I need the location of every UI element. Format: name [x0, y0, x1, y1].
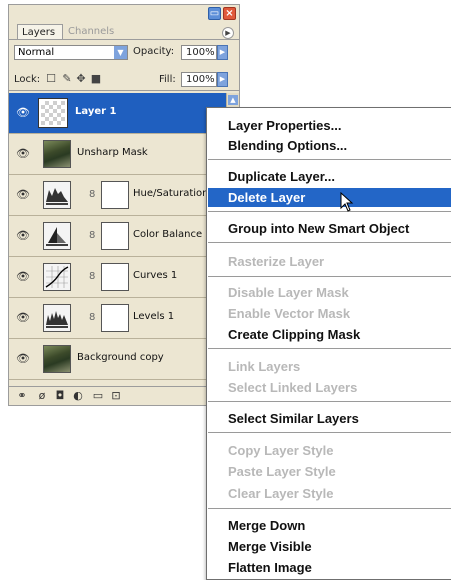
- blend-mode-select[interactable]: Normal ▼: [14, 45, 128, 60]
- menu-item-merge-down[interactable]: Merge Down: [208, 516, 451, 535]
- layer-thumbnail-photo: [43, 345, 71, 373]
- minimize-icon[interactable]: ▭: [208, 7, 221, 20]
- layers-list: 👁 Layer 1 👁 Unsharp Mask 👁 8 Hue/Saturat…: [9, 93, 239, 381]
- lock-row: Lock: ☐ ✎ ✥ ■ Fill: 100% ▶: [9, 70, 239, 91]
- fill-label: Fill:: [159, 74, 176, 85]
- layer-row-curves[interactable]: 👁 8 Curves 1: [9, 257, 229, 298]
- mask-link-chain-icon[interactable]: 8: [89, 189, 95, 200]
- visibility-eye-icon[interactable]: 👁: [14, 351, 32, 367]
- layer-name: Levels 1: [133, 311, 175, 322]
- layer-thumbnail-transparent: [38, 98, 68, 128]
- link-layers-icon[interactable]: ⚭: [15, 389, 29, 403]
- menu-item-blending-options[interactable]: Blending Options...: [208, 136, 451, 155]
- menu-item-delete-layer[interactable]: Delete Layer: [208, 188, 451, 207]
- menu-separator: [208, 211, 451, 212]
- menu-separator: [208, 242, 451, 243]
- layer-name: Unsharp Mask: [77, 147, 148, 158]
- lock-label: Lock:: [14, 74, 41, 85]
- fill-field[interactable]: 100%: [181, 72, 217, 87]
- layer-row-levels[interactable]: 👁 8 Levels 1: [9, 298, 229, 339]
- blend-mode-value: Normal: [18, 47, 55, 58]
- curves-adjustment-icon: [43, 263, 71, 291]
- layer-name: Color Balance 1: [133, 229, 212, 240]
- layer-name: Curves 1: [133, 270, 178, 281]
- visibility-eye-icon[interactable]: 👁: [14, 187, 32, 203]
- panel-bottom-toolbar: ⚭ ø ◘ ◐ ▭ ⊡: [9, 386, 239, 405]
- new-adjustment-layer-icon[interactable]: ◐: [71, 389, 85, 403]
- menu-separator: [208, 432, 451, 433]
- tab-channels[interactable]: Channels: [64, 24, 128, 39]
- new-group-folder-icon[interactable]: ▭: [91, 389, 105, 403]
- menu-separator: [208, 159, 451, 160]
- layer-row-layer-1[interactable]: 👁 Layer 1: [9, 93, 229, 134]
- color-balance-adjustment-icon: [43, 222, 71, 250]
- layer-row-background-copy[interactable]: 👁 Background copy: [9, 339, 229, 380]
- layer-name: Background copy: [77, 352, 164, 363]
- menu-item-create-clipping-mask[interactable]: Create Clipping Mask: [208, 325, 451, 344]
- levels-adjustment-icon: [43, 304, 71, 332]
- lock-image-brush-icon[interactable]: ✎: [61, 73, 73, 85]
- lock-position-move-icon[interactable]: ✥: [75, 73, 87, 85]
- layer-mask-thumbnail[interactable]: [101, 222, 129, 250]
- menu-item-disable-layer-mask: Disable Layer Mask: [228, 285, 349, 300]
- lock-all-padlock-icon[interactable]: ■: [90, 73, 102, 85]
- lock-transparent-icon[interactable]: ☐: [45, 73, 57, 85]
- menu-item-paste-layer-style: Paste Layer Style: [228, 464, 336, 479]
- scroll-up-arrow-icon[interactable]: ▲: [228, 95, 238, 105]
- layer-style-icon[interactable]: ø: [35, 389, 49, 403]
- menu-item-flatten-image[interactable]: Flatten Image: [208, 558, 451, 577]
- mouse-pointer-icon: [340, 192, 354, 212]
- levels-adjustment-icon: [43, 181, 71, 209]
- layer-row-unsharp-mask[interactable]: 👁 Unsharp Mask: [9, 134, 229, 175]
- menu-item-layer-properties[interactable]: Layer Properties...: [208, 116, 451, 135]
- mask-link-chain-icon[interactable]: 8: [89, 312, 95, 323]
- layer-row-color-balance[interactable]: 👁 8 Color Balance 1: [9, 216, 229, 257]
- visibility-eye-icon[interactable]: 👁: [14, 269, 32, 285]
- menu-separator: [208, 508, 451, 509]
- visibility-eye-icon[interactable]: 👁: [14, 105, 32, 121]
- menu-item-link-layers: Link Layers: [228, 359, 301, 374]
- menu-item-merge-visible[interactable]: Merge Visible: [208, 537, 451, 556]
- menu-item-duplicate-layer[interactable]: Duplicate Layer...: [208, 167, 451, 186]
- menu-item-group-smart-object[interactable]: Group into New Smart Object: [208, 219, 451, 238]
- layer-context-menu: Layer Properties... Blending Options... …: [206, 107, 451, 580]
- layer-mask-thumbnail[interactable]: [101, 181, 129, 209]
- panel-titlebar: ▭ ×: [9, 5, 239, 22]
- opacity-label: Opacity:: [133, 46, 175, 57]
- menu-item-select-linked-layers: Select Linked Layers: [228, 380, 358, 395]
- mask-link-chain-icon[interactable]: 8: [89, 230, 95, 241]
- menu-separator: [208, 401, 451, 402]
- fill-slider-arrow-icon[interactable]: ▶: [217, 72, 228, 87]
- chevron-down-icon[interactable]: ▼: [114, 46, 127, 59]
- menu-item-select-similar-layers[interactable]: Select Similar Layers: [208, 409, 451, 428]
- menu-separator: [208, 276, 451, 277]
- close-icon[interactable]: ×: [223, 7, 236, 20]
- menu-item-rasterize-layer: Rasterize Layer: [228, 254, 325, 269]
- menu-item-clear-layer-style: Clear Layer Style: [228, 486, 334, 501]
- layer-name: Layer 1: [75, 106, 117, 117]
- visibility-eye-icon[interactable]: 👁: [14, 310, 32, 326]
- tab-layers[interactable]: Layers: [17, 24, 63, 39]
- menu-item-copy-layer-style: Copy Layer Style: [228, 443, 334, 458]
- add-mask-icon[interactable]: ◘: [53, 389, 67, 403]
- menu-separator: [208, 348, 451, 349]
- panel-menu-icon[interactable]: ▶: [222, 27, 234, 39]
- opacity-field[interactable]: 100%: [181, 45, 217, 60]
- layer-row-hue-saturation[interactable]: 👁 8 Hue/Saturation 1: [9, 175, 229, 216]
- opacity-slider-arrow-icon[interactable]: ▶: [217, 45, 228, 60]
- menu-item-enable-vector-mask: Enable Vector Mask: [228, 306, 351, 321]
- layer-mask-thumbnail[interactable]: [101, 304, 129, 332]
- layer-mask-thumbnail[interactable]: [101, 263, 129, 291]
- visibility-eye-icon[interactable]: 👁: [14, 228, 32, 244]
- mask-link-chain-icon[interactable]: 8: [89, 271, 95, 282]
- new-layer-icon[interactable]: ⊡: [109, 389, 123, 403]
- blend-options-row: Normal ▼ Opacity: 100% ▶: [9, 43, 239, 63]
- panel-tabs: Layers Channels: [9, 22, 239, 40]
- visibility-eye-icon[interactable]: 👁: [14, 146, 32, 162]
- layer-thumbnail-photo: [43, 140, 71, 168]
